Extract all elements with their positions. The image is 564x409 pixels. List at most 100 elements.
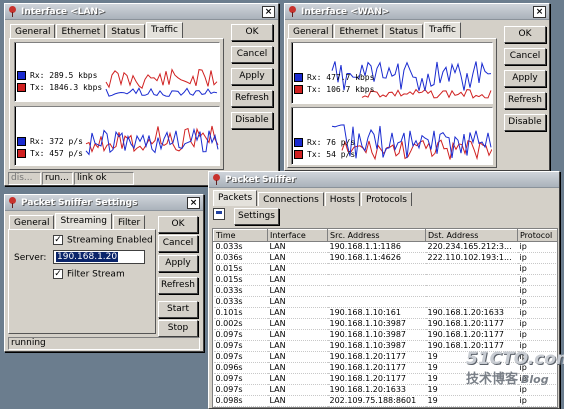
table-cell: LAN bbox=[267, 263, 328, 275]
server-label: Server: bbox=[14, 253, 47, 263]
tx-swatch-icon bbox=[17, 82, 26, 92]
tab-status[interactable]: Status bbox=[384, 24, 423, 38]
table-row[interactable]: 0.033s LAN ip bbox=[213, 296, 557, 308]
apply-button[interactable]: Apply bbox=[231, 68, 273, 85]
sniffer-titlebar[interactable]: Packet Sniffer bbox=[209, 172, 559, 188]
table-row[interactable]: 0.098s LAN 202.109.75.188:8601 19 ip bbox=[213, 395, 557, 407]
table-cell: LAN bbox=[267, 340, 328, 352]
tab-traffic[interactable]: Traffic bbox=[423, 22, 461, 38]
table-cell: 190.168.1.10:3987 bbox=[327, 329, 426, 341]
interface-wan-window: Interface <WAN> × General Ethernet Statu… bbox=[284, 3, 550, 171]
lan-packet-graph: Rx: 372 p/s Tx: 457 p/s bbox=[14, 106, 220, 166]
tab-protocols[interactable]: Protocols bbox=[360, 192, 412, 206]
rx-swatch-icon bbox=[294, 72, 303, 82]
table-cell: 190.168.1.20:1633 bbox=[327, 384, 426, 396]
refresh-button[interactable]: Refresh bbox=[504, 92, 546, 109]
table-cell: LAN bbox=[267, 307, 328, 319]
tab-general[interactable]: General bbox=[10, 24, 56, 38]
ok-button[interactable]: OK bbox=[158, 216, 198, 233]
table-cell: 0.101s bbox=[213, 307, 268, 319]
apply-button[interactable]: Apply bbox=[504, 70, 546, 87]
close-icon[interactable]: × bbox=[533, 5, 546, 18]
table-cell: 0.098s bbox=[213, 395, 268, 407]
cancel-button[interactable]: Cancel bbox=[504, 48, 546, 65]
tab-hosts[interactable]: Hosts bbox=[324, 192, 360, 206]
ok-button[interactable]: OK bbox=[504, 26, 546, 43]
close-icon[interactable]: × bbox=[187, 196, 200, 209]
interface-lan-window: Interface <LAN> × General Ethernet Statu… bbox=[4, 3, 279, 186]
table-row[interactable]: 0.033s LAN ip bbox=[213, 285, 557, 297]
refresh-button[interactable]: Refresh bbox=[158, 277, 198, 294]
table-cell: 0.097s bbox=[213, 340, 268, 352]
status-link: link ok bbox=[74, 172, 134, 185]
lan-rx-packets: Rx: 372 p/s bbox=[30, 136, 83, 146]
tab-filter[interactable]: Filter bbox=[112, 215, 146, 229]
streaming-enabled-checkbox[interactable]: ✓ bbox=[53, 235, 63, 245]
table-row[interactable]: 0.015s LAN ip bbox=[213, 263, 557, 275]
table-row[interactable]: 0.101s LAN 190.168.1.10:161 190.168.1.20:16… bbox=[213, 307, 557, 319]
column-header[interactable]: Protocol bbox=[517, 229, 557, 242]
ok-button[interactable]: OK bbox=[231, 24, 273, 41]
watermark-site: 51CTO.com bbox=[466, 349, 564, 369]
table-row[interactable]: 0.002s LAN 190.168.1.10:3987 190.168.1.20:1… bbox=[213, 318, 557, 330]
tab-ethernet[interactable]: Ethernet bbox=[334, 24, 384, 38]
wan-packet-legend: Rx: 76 p/s Tx: 54 p/s bbox=[294, 136, 355, 160]
table-cell: 0.097s bbox=[213, 351, 268, 363]
tx-swatch-icon bbox=[294, 84, 303, 94]
table-row[interactable]: 0.036s LAN 190.168.1.1:4626 222.110.102.193… bbox=[213, 252, 557, 264]
tab-general[interactable]: General bbox=[9, 215, 55, 229]
column-header[interactable]: Src. Address bbox=[327, 229, 426, 242]
column-header[interactable]: Dst. Address bbox=[425, 229, 518, 242]
pin-icon bbox=[288, 6, 297, 17]
status-running: running bbox=[8, 337, 200, 350]
close-icon[interactable]: × bbox=[262, 5, 275, 18]
wan-traffic-panel: Rx: 477.7 kbps Tx: 106.7 kbps Rx: 76 p/s… bbox=[287, 38, 497, 168]
table-cell: 0.097s bbox=[213, 384, 268, 396]
tab-packets[interactable]: Packets bbox=[213, 190, 258, 206]
disable-button[interactable]: Disable bbox=[504, 114, 546, 131]
status-disabled: dis... bbox=[8, 172, 41, 185]
server-value: 190.168.1.20 bbox=[56, 252, 119, 262]
tab-status[interactable]: Status bbox=[106, 24, 145, 38]
column-header[interactable]: Time bbox=[213, 229, 268, 242]
table-cell: 190.168.1.10:3987 bbox=[327, 318, 426, 330]
sniffer-settings-window: Packet Sniffer Settings × General Stream… bbox=[4, 194, 204, 352]
table-cell bbox=[327, 274, 426, 286]
tab-traffic[interactable]: Traffic bbox=[145, 22, 183, 38]
table-cell: 0.033s bbox=[213, 296, 268, 308]
table-row[interactable]: 0.033s LAN 190.168.1.1:1186 220.234.165.212… bbox=[213, 241, 557, 253]
table-cell bbox=[425, 285, 518, 297]
table-cell: 0.033s bbox=[213, 241, 268, 253]
tab-streaming[interactable]: Streaming bbox=[55, 213, 112, 229]
tab-general[interactable]: General bbox=[288, 24, 334, 38]
wan-bitrate-graph: Rx: 477.7 kbps Tx: 106.7 kbps bbox=[291, 42, 493, 104]
tab-ethernet[interactable]: Ethernet bbox=[56, 24, 106, 38]
table-cell: ip bbox=[517, 241, 557, 253]
table-cell bbox=[425, 296, 518, 308]
table-row[interactable]: 0.097s LAN 190.168.1.10:3987 190.168.1.20:1… bbox=[213, 329, 557, 341]
column-header[interactable]: Interface bbox=[267, 229, 328, 242]
watermark-logo: 51CTO.com 技术博客 Blog bbox=[466, 349, 564, 397]
lan-titlebar[interactable]: Interface <LAN> × bbox=[5, 4, 278, 20]
table-row[interactable]: 0.015s LAN ip bbox=[213, 274, 557, 286]
settings-titlebar[interactable]: Packet Sniffer Settings × bbox=[5, 195, 203, 211]
cancel-button[interactable]: Cancel bbox=[231, 46, 273, 63]
table-cell: LAN bbox=[267, 362, 328, 374]
table-cell: 202.109.75.188:8601 bbox=[327, 395, 426, 407]
table-cell: ip bbox=[517, 263, 557, 275]
filter-icon[interactable] bbox=[213, 208, 225, 220]
table-cell: LAN bbox=[267, 274, 328, 286]
server-input[interactable]: 190.168.1.20 bbox=[53, 250, 145, 264]
refresh-button[interactable]: Refresh bbox=[231, 90, 273, 107]
wan-rx-packets: Rx: 76 p/s bbox=[307, 137, 356, 147]
disable-button[interactable]: Disable bbox=[231, 112, 273, 129]
settings-button[interactable]: Settings bbox=[234, 208, 279, 225]
start-button[interactable]: Start bbox=[158, 301, 198, 318]
apply-button[interactable]: Apply bbox=[158, 255, 198, 272]
tab-connections[interactable]: Connections bbox=[258, 192, 324, 206]
cancel-button[interactable]: Cancel bbox=[158, 235, 198, 252]
stop-button[interactable]: Stop bbox=[158, 320, 198, 337]
wan-titlebar[interactable]: Interface <WAN> × bbox=[285, 4, 549, 20]
table-cell: LAN bbox=[267, 296, 328, 308]
filter-stream-checkbox[interactable]: ✓ bbox=[53, 269, 63, 279]
